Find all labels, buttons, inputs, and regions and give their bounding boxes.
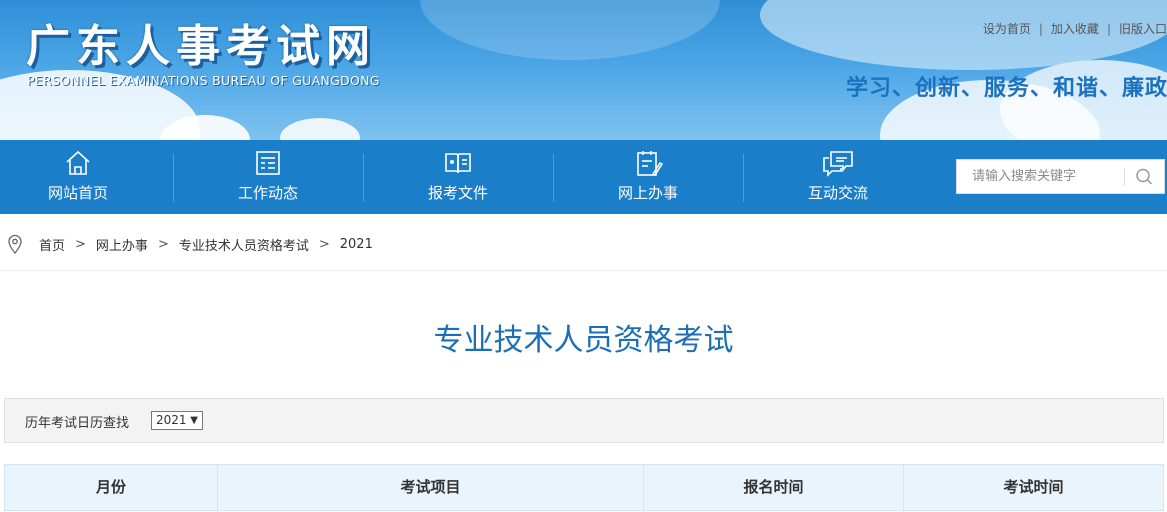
clipboard-pen-icon <box>637 151 663 177</box>
nav-item-online-services[interactable]: 网上办事 <box>553 140 743 214</box>
nav-label: 报考文件 <box>427 184 488 202</box>
breadcrumb-divider <box>0 270 1167 271</box>
breadcrumb-arrow: > <box>157 236 169 252</box>
chat-bubbles-icon <box>823 151 853 177</box>
header-banner: 广东人事考试网 PERSONNEL EXAMINATIONS BUREAU OF… <box>0 0 1167 140</box>
year-filter-label: 历年考试日历查找 <box>25 416 130 431</box>
breadcrumb-online-services[interactable]: 网上办事 <box>96 235 148 254</box>
location-pin-icon <box>8 234 22 254</box>
book-icon <box>445 153 471 174</box>
search-box <box>956 159 1165 194</box>
nav-label: 网站首页 <box>47 184 108 202</box>
nav-item-exam-documents[interactable]: 报考文件 <box>363 140 553 214</box>
link-separator: | <box>1106 22 1111 36</box>
nav-item-interaction[interactable]: 互动交流 <box>743 140 933 214</box>
breadcrumb-home[interactable]: 首页 <box>39 235 65 254</box>
nav-label: 网上办事 <box>617 184 678 202</box>
link-separator: | <box>1038 22 1043 36</box>
search-input[interactable] <box>957 160 1127 193</box>
year-filter-bar: 历年考试日历查找 2021 ▼ <box>4 398 1164 443</box>
cloud-decoration <box>420 0 720 60</box>
search-icon <box>1136 168 1153 185</box>
breadcrumb-arrow: > <box>75 236 86 252</box>
nav-label: 工作动态 <box>237 184 298 202</box>
search-button[interactable] <box>1124 160 1164 193</box>
exam-table-header: 月份 考试项目 报名时间 考试时间 <box>4 464 1164 512</box>
breadcrumb-arrow: > <box>318 236 330 252</box>
add-favorite-link[interactable]: 加入收藏 <box>1051 22 1099 36</box>
news-list-icon <box>256 151 280 175</box>
site-logo-english: PERSONNEL EXAMINATIONS BUREAU OF GUANGDO… <box>27 73 380 88</box>
old-version-link[interactable]: 旧版入口 <box>1119 22 1167 36</box>
slogan: 学习、创新、服务、和谐、廉政 <box>846 76 1167 101</box>
column-header-month: 月份 <box>5 465 218 512</box>
set-homepage-link[interactable]: 设为首页 <box>983 22 1031 36</box>
breadcrumb: 首页 > 网上办事 > 专业技术人员资格考试 > 2021 <box>7 233 373 255</box>
year-select-value: 2021 <box>156 413 187 427</box>
page-title: 专业技术人员资格考试 <box>433 323 734 358</box>
nav-label: 互动交流 <box>807 184 868 202</box>
cloud-decoration <box>280 118 360 140</box>
breadcrumb-current: 2021 <box>339 236 373 252</box>
nav-item-home[interactable]: 网站首页 <box>0 140 173 214</box>
nav-item-work-news[interactable]: 工作动态 <box>173 140 363 214</box>
site-logo-chinese[interactable]: 广东人事考试网 <box>26 10 376 74</box>
dropdown-arrow-icon: ▼ <box>190 415 198 426</box>
home-icon <box>66 150 90 175</box>
top-links: 设为首页 | 加入收藏 | 旧版入口 <box>983 20 1167 37</box>
column-header-exam-item: 考试项目 <box>218 465 644 512</box>
search-divider <box>1124 168 1125 186</box>
year-select[interactable]: 2021 ▼ <box>151 411 203 430</box>
breadcrumb-professional-exams[interactable]: 专业技术人员资格考试 <box>179 235 309 254</box>
column-header-exam-time: 考试时间 <box>1003 478 1064 496</box>
column-header-registration-time: 报名时间 <box>644 465 904 512</box>
